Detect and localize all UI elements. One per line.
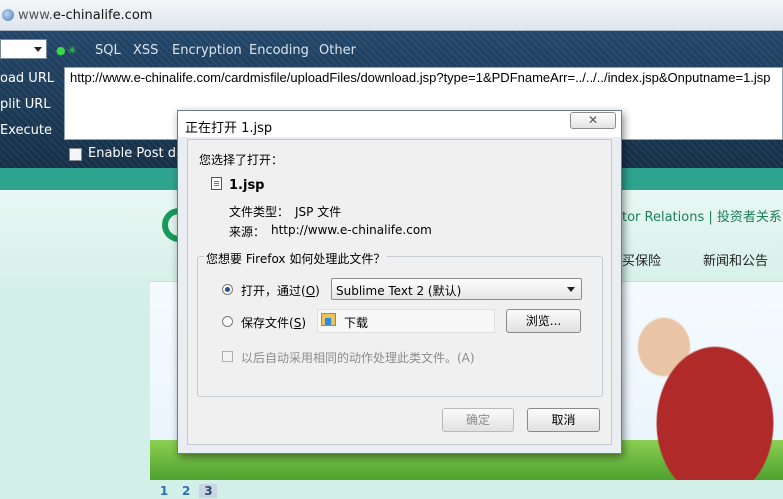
action-question: 您想要 Firefox 如何处理此文件？ bbox=[204, 250, 388, 267]
split-url-button[interactable]: plit URL bbox=[0, 97, 51, 112]
menu-sql[interactable]: SQL bbox=[95, 43, 121, 58]
address-url[interactable]: www.e-chinalife.com bbox=[18, 8, 152, 23]
dialog-body: 您选择了打开： 1.jsp 文件类型： JSP 文件 来源： http://ww… bbox=[187, 139, 612, 445]
menu-encoding[interactable]: Encoding bbox=[249, 43, 309, 58]
ok-button[interactable]: 确定 bbox=[442, 408, 514, 432]
pager-1[interactable]: 1 bbox=[155, 484, 173, 498]
save-file-radio[interactable] bbox=[222, 316, 233, 327]
close-icon[interactable]: ✕ bbox=[570, 112, 616, 129]
execute-button[interactable]: Execute bbox=[0, 123, 52, 138]
intro-text: 您选择了打开： bbox=[199, 153, 284, 167]
open-file-dialog: 正在打开 1.jsp ✕ 您选择了打开： 1.jsp 文件类型： JSP 文件 … bbox=[177, 110, 622, 454]
file-type-label: 文件类型： bbox=[229, 205, 290, 219]
investor-relations-link[interactable]: tor Relations | 投资者关系 bbox=[622, 206, 782, 225]
chevron-down-icon bbox=[567, 287, 575, 292]
open-with-app-value: Sublime Text 2 (默认) bbox=[336, 284, 462, 298]
enable-post-label: Enable Post da bbox=[88, 146, 184, 161]
file-type-value: JSP 文件 bbox=[295, 205, 342, 219]
menu-other[interactable]: Other bbox=[319, 43, 356, 58]
open-with-radio[interactable] bbox=[222, 284, 233, 295]
chevron-down-icon bbox=[34, 47, 42, 52]
enable-post-checkbox[interactable] bbox=[69, 148, 82, 161]
banner-family-image bbox=[613, 290, 783, 480]
source-value: http://www.e-chinalife.com bbox=[271, 223, 432, 237]
nav-news[interactable]: 新闻和公告 bbox=[703, 250, 768, 269]
source-label: 来源： bbox=[229, 225, 266, 239]
open-with-app-select[interactable]: Sublime Text 2 (默认) bbox=[331, 278, 582, 300]
menu-encryption[interactable]: Encryption bbox=[172, 43, 242, 58]
load-url-button[interactable]: oad URL bbox=[0, 71, 54, 86]
downloads-folder-icon bbox=[321, 313, 336, 326]
browse-button[interactable]: 浏览... bbox=[506, 309, 581, 333]
open-with-label[interactable]: 打开，通过(O) bbox=[241, 282, 320, 299]
file-name: 1.jsp bbox=[229, 178, 265, 193]
status-led-icon: ●✳ bbox=[56, 44, 79, 57]
save-file-label[interactable]: 保存文件(S) bbox=[241, 314, 306, 331]
site-identity-icon[interactable] bbox=[2, 9, 14, 21]
dialog-titlebar[interactable]: 正在打开 1.jsp ✕ bbox=[178, 111, 621, 137]
cancel-button[interactable]: 取消 bbox=[527, 408, 600, 432]
menu-xss[interactable]: XSS bbox=[133, 43, 158, 58]
dialog-title: 正在打开 1.jsp bbox=[185, 121, 273, 136]
remember-label: 以后自动采用相同的动作处理此类文件。(A) bbox=[241, 351, 475, 365]
address-bar[interactable]: www.e-chinalife.com bbox=[0, 0, 783, 31]
pager-3[interactable]: 3 bbox=[199, 484, 218, 498]
hackbar-dropdown[interactable] bbox=[0, 39, 47, 59]
file-icon bbox=[211, 177, 222, 190]
save-location-value: 下载 bbox=[344, 316, 369, 330]
nav-buy-insurance[interactable]: 买保险 bbox=[622, 250, 661, 269]
remember-checkbox[interactable] bbox=[222, 351, 233, 362]
pager-2[interactable]: 2 bbox=[177, 484, 195, 498]
banner-pager: 1 2 3 bbox=[155, 484, 218, 498]
